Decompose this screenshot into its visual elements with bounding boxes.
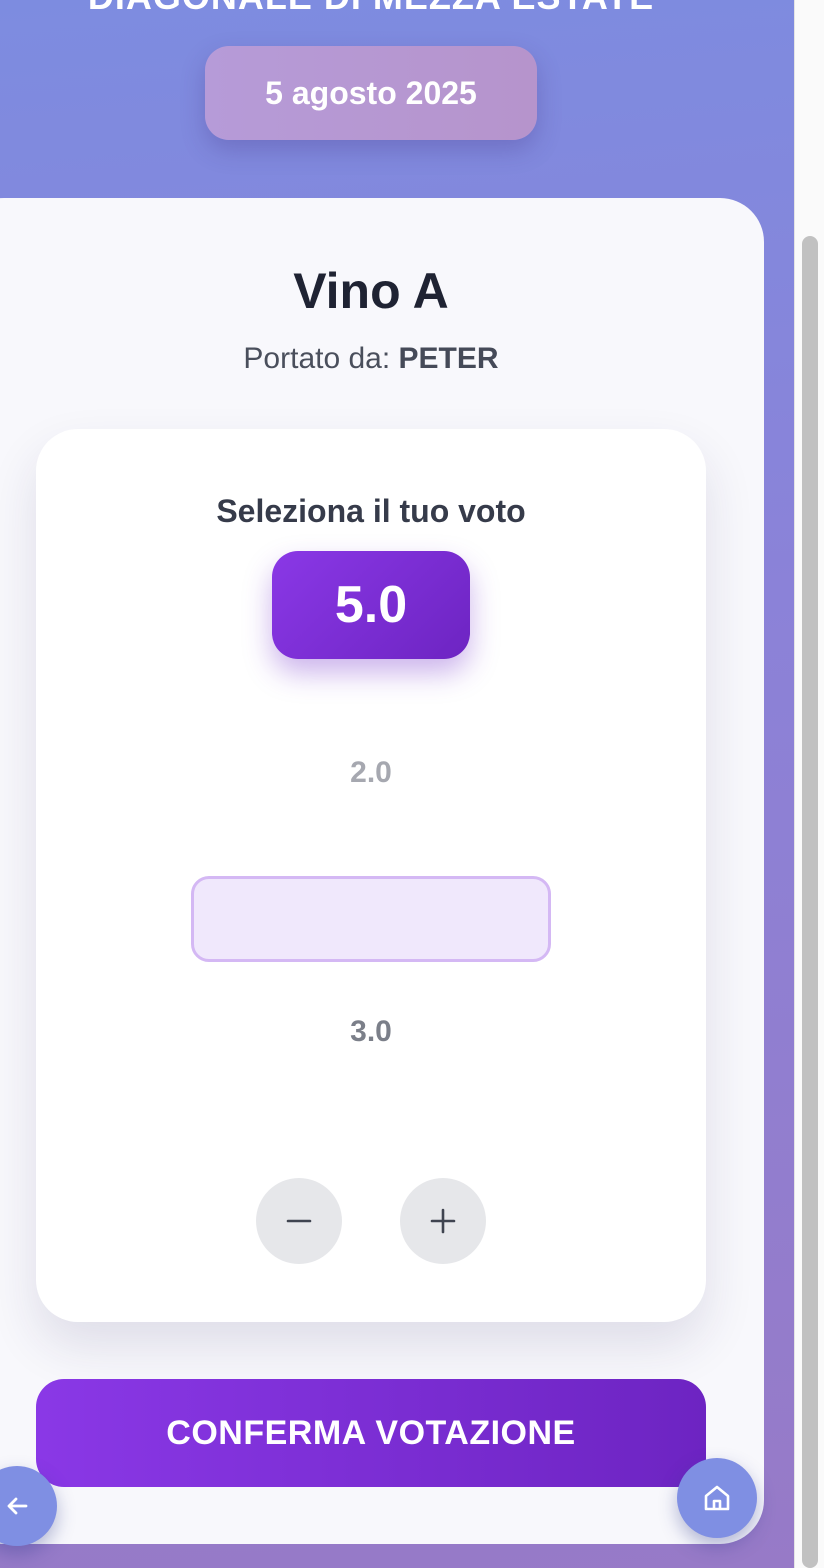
date-text: 5 agosto 2025: [265, 74, 477, 111]
picker-option[interactable]: 2.0: [36, 756, 706, 790]
confirm-vote-button[interactable]: CONFERMA VOTAZIONE: [36, 1379, 706, 1487]
picker-option[interactable]: 3.0: [36, 1015, 706, 1049]
brought-by-name: PETER: [398, 342, 499, 375]
date-badge: 5 agosto 2025: [205, 46, 537, 140]
home-icon: [704, 1485, 730, 1511]
increment-button[interactable]: [400, 1178, 486, 1264]
home-button[interactable]: [677, 1458, 757, 1538]
arrow-left-icon: [7, 1497, 28, 1515]
vote-label: Seleziona il tuo voto: [216, 493, 526, 529]
selected-score-value: 5.0: [334, 576, 408, 634]
picker-selection-highlight[interactable]: [191, 876, 551, 962]
brought-by-label: Portato da:: [243, 342, 391, 375]
page-title: DIAGONALE DI MEZZA ESTATE: [0, 0, 742, 18]
selected-score-badge: 5.0: [272, 551, 470, 659]
wine-title: Vino A: [293, 263, 449, 319]
plus-icon: [430, 1208, 456, 1234]
minus-icon: [286, 1219, 312, 1223]
brought-by-line: Portato da: PETER: [0, 342, 742, 376]
confirm-vote-label: CONFERMA VOTAZIONE: [166, 1413, 576, 1452]
decrement-button[interactable]: [256, 1178, 342, 1264]
scrollbar-thumb[interactable]: [802, 236, 818, 1568]
